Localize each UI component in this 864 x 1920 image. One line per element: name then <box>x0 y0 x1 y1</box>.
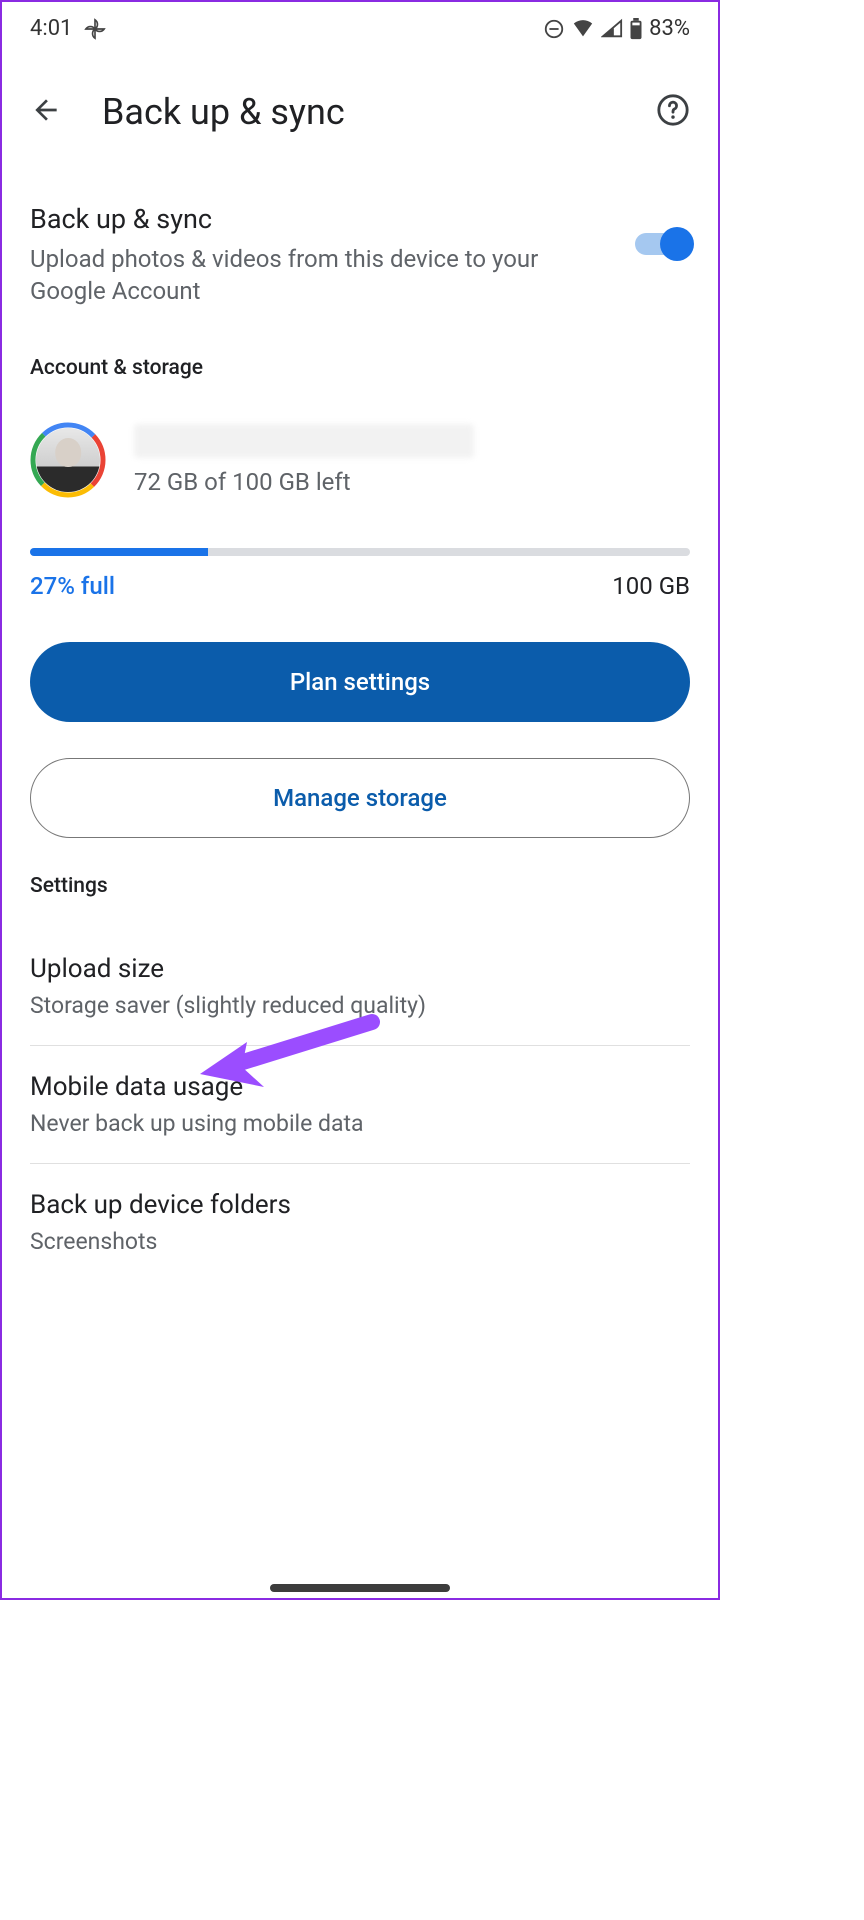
setting-subtitle: Never back up using mobile data <box>30 1110 690 1137</box>
battery-percent: 83% <box>649 16 690 41</box>
plan-settings-button[interactable]: Plan settings <box>30 642 690 722</box>
status-bar: 4:01 83% <box>2 2 718 51</box>
progress-fill <box>30 548 208 556</box>
storage-buttons: Plan settings Manage storage <box>2 600 718 838</box>
status-time: 4:01 <box>30 16 72 41</box>
status-right: 83% <box>543 16 690 41</box>
help-button[interactable] <box>656 93 690 131</box>
account-info: 72 GB of 100 GB left <box>134 424 690 496</box>
wifi-icon <box>571 18 595 40</box>
settings-section-header: Settings <box>2 874 718 898</box>
setting-mobile-data[interactable]: Mobile data usage Never back up using mo… <box>30 1046 690 1164</box>
backup-toggle-text: Back up & sync Upload photos & videos fr… <box>30 203 615 308</box>
storage-left-text: 72 GB of 100 GB left <box>134 468 690 496</box>
page-title: Back up & sync <box>102 91 616 133</box>
settings-list: Upload size Storage saver (slightly redu… <box>2 928 718 1281</box>
dnd-icon <box>543 18 565 40</box>
storage-progress: 27% full 100 GB <box>2 522 718 600</box>
account-name-redacted <box>134 424 474 458</box>
backup-switch[interactable] <box>635 233 690 255</box>
status-left: 4:01 <box>30 16 106 41</box>
setting-subtitle: Screenshots <box>30 1228 690 1255</box>
progress-percent-label: 27% full <box>30 572 115 600</box>
backup-toggle-row[interactable]: Back up & sync Upload photos & videos fr… <box>2 161 718 356</box>
photos-icon <box>84 18 106 40</box>
setting-device-folders[interactable]: Back up device folders Screenshots <box>30 1164 690 1281</box>
app-header: Back up & sync <box>2 51 718 161</box>
progress-bar <box>30 548 690 556</box>
manage-storage-button[interactable]: Manage storage <box>30 758 690 838</box>
setting-title: Mobile data usage <box>30 1072 690 1102</box>
back-button[interactable] <box>30 94 62 130</box>
setting-subtitle: Storage saver (slightly reduced quality) <box>30 992 690 1019</box>
setting-title: Back up device folders <box>30 1190 690 1220</box>
nav-handle[interactable] <box>270 1584 450 1592</box>
setting-upload-size[interactable]: Upload size Storage saver (slightly redu… <box>30 928 690 1046</box>
avatar <box>30 422 106 498</box>
progress-total-label: 100 GB <box>612 572 690 600</box>
battery-icon <box>629 18 643 40</box>
setting-title: Upload size <box>30 954 690 984</box>
signal-icon <box>601 18 623 40</box>
account-row[interactable]: 72 GB of 100 GB left <box>2 410 718 522</box>
backup-toggle-subtitle: Upload photos & videos from this device … <box>30 243 615 308</box>
backup-toggle-title: Back up & sync <box>30 203 615 235</box>
account-section-header: Account & storage <box>2 356 718 380</box>
